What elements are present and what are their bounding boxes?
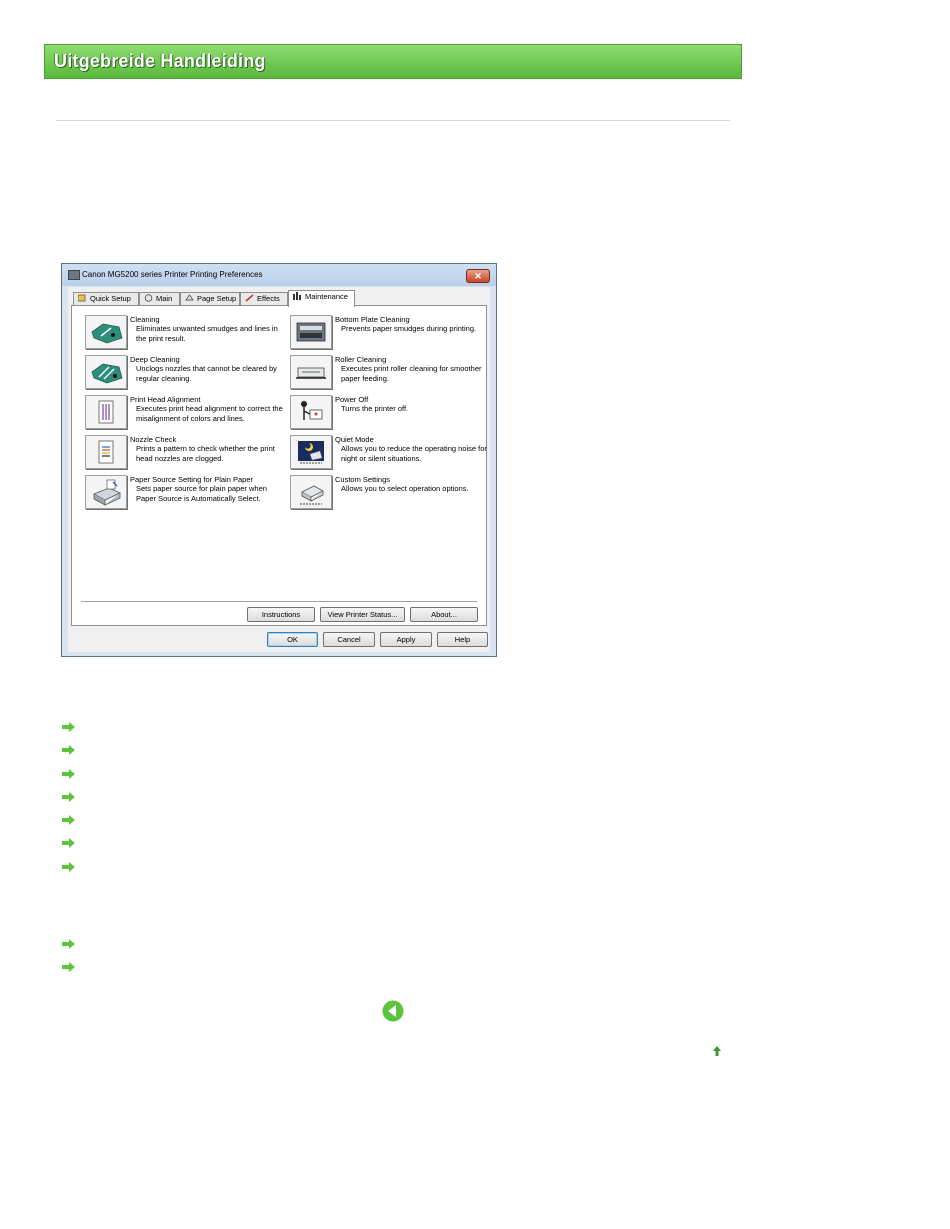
item-description: Sets paper source for plain paper when P… (136, 484, 267, 503)
ok-button[interactable]: OK (267, 632, 318, 647)
power-off-icon (301, 401, 323, 420)
item-title: Cleaning (130, 315, 160, 324)
tab-label: Main (156, 294, 173, 303)
effects-icon (245, 294, 254, 302)
nozzle-check-icon (98, 440, 114, 464)
custom-settings-icon (300, 485, 324, 505)
quick-setup-icon (77, 294, 87, 302)
tab-effects[interactable]: Effects (240, 292, 288, 305)
deep-cleaning-button[interactable] (85, 355, 127, 389)
tab-main[interactable]: Main (139, 292, 180, 305)
item-title: Bottom Plate Cleaning (335, 315, 410, 324)
item-description: Allows you to select operation options. (341, 484, 469, 493)
bottom-plate-cleaning-button[interactable] (290, 315, 332, 349)
item-title: Print Head Alignment (130, 395, 201, 404)
custom-settings-button[interactable] (290, 475, 332, 509)
power-off-item: Power Off Turns the printer off. (290, 395, 490, 433)
deep-cleaning-icon (91, 363, 123, 384)
item-title: Nozzle Check (130, 435, 177, 444)
item-description: Prints a pattern to check whether the pr… (136, 444, 275, 463)
tab-quick-setup[interactable]: Quick Setup (73, 292, 139, 305)
arrow-right-icon[interactable] (62, 939, 76, 949)
arrow-right-icon[interactable] (62, 769, 76, 779)
roller-cleaning-item: Roller Cleaning Executes print roller cl… (290, 355, 490, 393)
paper-source-button[interactable] (85, 475, 127, 509)
tab-maintenance[interactable]: Maintenance (288, 290, 355, 307)
printer-icon (68, 270, 80, 280)
page-top-icon[interactable] (711, 1045, 723, 1057)
arrow-right-icon[interactable] (62, 815, 76, 825)
roller-cleaning-icon (296, 367, 326, 379)
back-arrow-icon[interactable] (382, 1000, 404, 1022)
tab-page-setup[interactable]: Page Setup (180, 292, 240, 305)
nozzle-check-item: Nozzle Check Prints a pattern to check w… (85, 435, 285, 473)
tab-label: Maintenance (305, 292, 348, 301)
tab-label: Quick Setup (90, 294, 131, 303)
maintenance-icon (293, 292, 302, 300)
paper-source-item: Paper Source Setting for Plain Paper Set… (85, 475, 285, 513)
cleaning-icon (91, 323, 123, 344)
cancel-button[interactable]: Cancel (323, 632, 375, 647)
item-description: Allows you to reduce the operating noise… (341, 444, 487, 463)
close-button[interactable]: ✕ (466, 269, 490, 283)
tab-label: Effects (257, 294, 280, 303)
roller-cleaning-button[interactable] (290, 355, 332, 389)
paper-source-icon (93, 479, 121, 506)
panel-separator (81, 601, 477, 602)
item-title: Quiet Mode (335, 435, 374, 444)
page-setup-icon (185, 294, 194, 302)
power-off-button[interactable] (290, 395, 332, 429)
apply-button[interactable]: Apply (380, 632, 432, 647)
help-button[interactable]: Help (437, 632, 488, 647)
header-divider (56, 120, 730, 121)
item-description: Executes print roller cleaning for smoot… (341, 364, 482, 383)
maintenance-panel: Cleaning Eliminates unwanted smudges and… (71, 305, 487, 626)
quiet-mode-icon (298, 441, 324, 464)
manual-header: Uitgebreide Handleiding (44, 44, 742, 79)
print-head-alignment-item: Print Head Alignment Executes print head… (85, 395, 285, 433)
quiet-mode-button[interactable] (290, 435, 332, 469)
manual-title: Uitgebreide Handleiding (54, 51, 266, 71)
view-printer-status-button[interactable]: View Printer Status... (320, 607, 405, 622)
tab-label: Page Setup (197, 294, 237, 303)
bottom-plate-cleaning-icon (296, 322, 326, 342)
item-title: Paper Source Setting for Plain Paper (130, 475, 253, 484)
print-head-alignment-button[interactable] (85, 395, 127, 429)
dialog-client: Quick Setup Main Page Setup Effects Main… (68, 287, 490, 652)
instructions-button[interactable]: Instructions (247, 607, 315, 622)
dialog-title: Canon MG5200 series Printer Printing Pre… (82, 270, 263, 279)
arrow-right-icon[interactable] (62, 792, 76, 802)
printing-preferences-dialog: Canon MG5200 series Printer Printing Pre… (61, 263, 497, 657)
item-description: Prevents paper smudges during printing. (341, 324, 477, 333)
item-description: Unclogs nozzles that cannot be cleared b… (136, 364, 277, 383)
item-title: Power Off (335, 395, 369, 404)
arrow-right-icon[interactable] (62, 862, 76, 872)
arrow-right-icon[interactable] (62, 838, 76, 848)
deep-cleaning-item: Deep Cleaning Unclogs nozzles that canno… (85, 355, 285, 393)
nozzle-check-button[interactable] (85, 435, 127, 469)
arrow-right-icon[interactable] (62, 962, 76, 972)
bottom-plate-cleaning-item: Bottom Plate Cleaning Prevents paper smu… (290, 315, 490, 353)
item-description: Eliminates unwanted smudges and lines in… (136, 324, 278, 343)
item-title: Roller Cleaning (335, 355, 387, 364)
item-title: Deep Cleaning (130, 355, 180, 364)
item-title: Custom Settings (335, 475, 391, 484)
item-description: Executes print head alignment to correct… (136, 404, 283, 423)
cleaning-item: Cleaning Eliminates unwanted smudges and… (85, 315, 285, 353)
custom-settings-item: Custom Settings Allows you to select ope… (290, 475, 490, 513)
dialog-titlebar[interactable]: Canon MG5200 series Printer Printing Pre… (62, 264, 496, 286)
arrow-right-icon[interactable] (62, 745, 76, 755)
cleaning-button[interactable] (85, 315, 127, 349)
quiet-mode-item: Quiet Mode Allows you to reduce the oper… (290, 435, 490, 473)
arrow-right-icon[interactable] (62, 722, 76, 732)
print-head-alignment-icon (98, 400, 114, 424)
item-description: Turns the printer off. (341, 404, 409, 413)
about-button[interactable]: About... (410, 607, 478, 622)
main-icon (144, 294, 153, 302)
